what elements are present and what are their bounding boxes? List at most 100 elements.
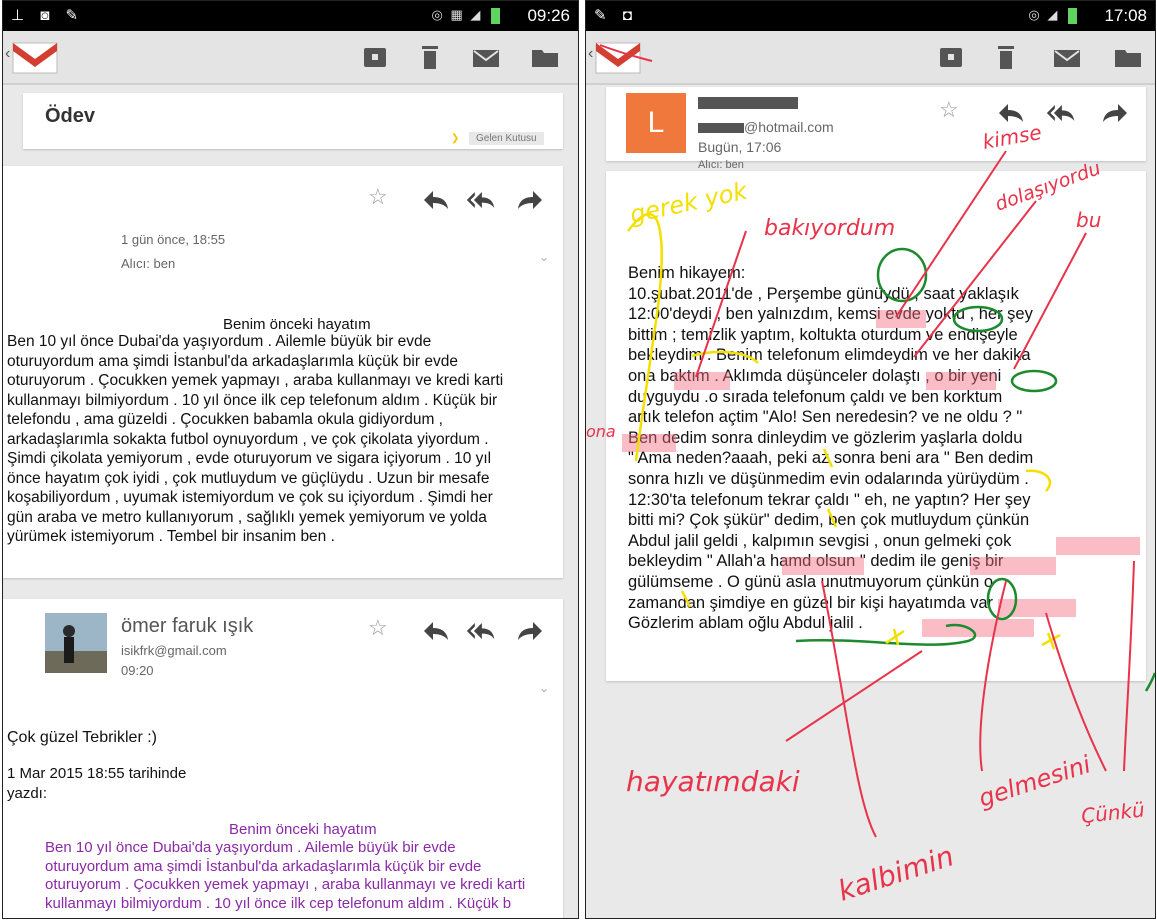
body-line: Ben 10 yıl önce Dubai'da yaşıyordum . Ai… — [7, 333, 432, 350]
message-card-1: ☆ 1 gün önce, 18:55 Alıcı: ben ⌄ Benim ö… — [3, 166, 563, 578]
body-line: duyguydu .o sırada telefonum çaldı ve be… — [628, 387, 1003, 406]
system-icons: ◎ ◢ — [1028, 7, 1077, 24]
back-chevron-icon[interactable]: ‹ — [588, 45, 593, 63]
body-line: Gözlerim ablam oğlu Abdul jalil . — [628, 614, 863, 633]
annotation-hayatimdaki: hayatımdaki — [626, 765, 800, 798]
reply-text: Çok güzel Tebrikler :) — [7, 729, 157, 746]
action-bar: ‹ — [3, 31, 578, 85]
redacted-sender-name — [698, 97, 798, 109]
reply-all-icon[interactable] — [1046, 101, 1076, 125]
gmail-logo-icon[interactable] — [594, 39, 642, 75]
body-line: Abdul jalil geldi , kalpımın sevgisi , o… — [628, 531, 1012, 550]
gmail-logo-icon[interactable] — [11, 39, 59, 75]
body-line: kullanmayı bilmiyordum . 10 yıl önce ilk… — [7, 391, 498, 409]
delete-icon[interactable] — [415, 43, 445, 71]
sender-email: @hotmail.com — [744, 119, 834, 135]
sender-header-card: L @hotmail.com Bugün, 17:06 ☆ — [606, 87, 1146, 161]
status-bar: ⊥ ◙ ✎ ◎ ▦ ◢ 09:26 — [3, 1, 578, 31]
reply-icon[interactable] — [421, 619, 451, 643]
body-line: oturuyordum ama şimdi İstanbul'da arkada… — [7, 352, 458, 370]
message-body: Ben 10 yıl önce Dubai'da yaşıyordum . Ai… — [7, 332, 503, 547]
archive-icon[interactable] — [360, 43, 390, 71]
body-line: ona baktım . Aklımda düşünceler dolaştı … — [628, 366, 1002, 385]
sender-avatar[interactable]: L — [626, 93, 686, 153]
back-chevron-icon[interactable]: ‹ — [5, 45, 10, 63]
expand-chevron-icon[interactable]: ⌄ — [539, 681, 549, 695]
body-line: 12:00'deydi , ben yalnızdım, kemsi evde … — [628, 305, 1033, 324]
body-line: 12:30'ta telefonum tekrar çaldı " eh, ne… — [628, 490, 1031, 509]
message-date: Bugün, 17:06 — [698, 139, 782, 155]
body-line: zamandan şimdiye en güzel bir kişi hayat… — [628, 593, 1003, 612]
right-phone-screenshot: ✎ ◘ ◎ ◢ 17:08 ‹ L @hotmail.com Bugün, 17… — [585, 0, 1156, 919]
message-card-2: ömer faruk ışık isikfrk@gmail.com 09:20 … — [3, 599, 563, 918]
mark-unread-icon[interactable] — [471, 43, 501, 71]
move-to-folder-icon[interactable] — [1113, 43, 1143, 71]
reply-icon[interactable] — [421, 188, 451, 212]
reply-all-icon[interactable] — [466, 188, 496, 212]
battery-icon — [1068, 7, 1077, 24]
action-bar: ‹ — [586, 31, 1155, 85]
body-line: oturuyorum . Çocukken yemek yapmayı , ar… — [7, 372, 504, 389]
forward-icon[interactable] — [515, 619, 545, 643]
body-line: bekleydim . Benim telefonum elimdeydim v… — [628, 346, 1031, 365]
move-to-folder-icon[interactable] — [530, 43, 560, 71]
status-bar: ✎ ◘ ◎ ◢ 17:08 — [586, 1, 1155, 31]
star-icon[interactable]: ☆ — [939, 97, 959, 123]
sender-avatar[interactable] — [45, 613, 107, 673]
body-line: bekleydim " Allah'a hamd olsun " dedim i… — [628, 552, 1004, 571]
body-line: gülümseme . O günü asla unutmuyorum çünk… — [628, 572, 994, 591]
sender-name: ömer faruk ışık — [121, 615, 254, 637]
message-recipient: Alıcı: ben — [698, 159, 744, 171]
star-icon[interactable]: ☆ — [368, 184, 388, 210]
redacted-email-prefix — [698, 123, 744, 133]
star-icon[interactable]: ☆ — [368, 615, 388, 641]
email-subject: Ödev — [45, 105, 96, 127]
subject-card: Ödev ❯ Gelen Kutusu — [23, 93, 563, 149]
notification-icons: ⊥ ◙ ✎ — [11, 7, 85, 24]
quoted-line: oturuyordum ama şimdi İstanbul'da arkada… — [45, 857, 482, 875]
sender-email: isikfrk@gmail.com — [121, 643, 227, 658]
body-line: Şimdi çikolata yemiyorum , evde oturuyor… — [7, 450, 492, 467]
quoted-line: Ben 10 yıl önce Dubai'da yaşıyordum . Ai… — [45, 839, 456, 856]
body-line: bitti mi? Çok şükür" dedim, ben çok mutl… — [628, 511, 1030, 530]
status-time: 09:26 — [527, 6, 570, 25]
delete-icon[interactable] — [991, 43, 1021, 71]
body-line: Benim hikayem: — [628, 264, 746, 282]
expand-chevron-icon[interactable]: ⌄ — [539, 250, 549, 264]
quoted-title: Benim önceki hayatım — [229, 821, 377, 838]
body-line: Ben dedim sonra dinleydim ve gözlerim ya… — [628, 428, 1023, 447]
annotation-gelmesini: gelmesini — [975, 750, 1094, 813]
body-line: arkadaşlarımla sokakta futbol oynuyordum… — [7, 430, 489, 448]
mark-unread-icon[interactable] — [1052, 43, 1082, 71]
message-title: Benim önceki hayatım — [223, 316, 371, 333]
quote-header: 1 Mar 2015 18:55 tarihinde — [7, 765, 187, 782]
body-line: gün araba ve metro kullanıyorum , sağlık… — [7, 508, 487, 526]
message-date: 1 gün önce, 18:55 — [121, 232, 226, 247]
inbox-label[interactable]: Gelen Kutusu — [469, 132, 544, 145]
reply-icon[interactable] — [996, 101, 1026, 125]
forward-icon[interactable] — [1100, 101, 1130, 125]
forward-icon[interactable] — [515, 188, 545, 212]
notification-icons: ✎ ◘ — [594, 7, 638, 24]
battery-icon — [491, 7, 500, 24]
body-line: 10.şubat.2011'de , Perşembe günüydü , sa… — [628, 284, 1019, 303]
body-line: yürümek istemiyorum . Tembel bir insanim… — [7, 528, 335, 545]
quoted-line: oturuyorum . Çocukken yemek yapmayı , ar… — [45, 876, 526, 894]
reply-all-icon[interactable] — [466, 619, 496, 643]
left-phone-screenshot: ⊥ ◙ ✎ ◎ ▦ ◢ 09:26 ‹ Ödev ❯ Gelen Kutusu … — [2, 0, 579, 919]
label-marker-icon: ❯ — [451, 133, 460, 144]
quote-header-suffix: yazdı: — [7, 785, 48, 802]
annotation-kalbimin: kalbimin — [834, 839, 958, 907]
body-line: bittim ; temizlik yaptım, koltukta oturd… — [628, 325, 1018, 344]
archive-icon[interactable] — [936, 43, 966, 71]
body-line: önce hayatım çok iyidi , çok mutluydum v… — [7, 469, 490, 487]
body-line: sonra hızlı ve düşünmedim evin odalarınd… — [628, 469, 1029, 488]
quoted-body: Ben 10 yıl önce Dubai'da yaşıyordum . Ai… — [45, 839, 525, 913]
body-line: artık telefon açtim "Alo! Sen neredesin?… — [628, 408, 1023, 427]
body-line: telefondu , ama güzeldi . Çocukken babam… — [7, 411, 443, 428]
person-photo-icon — [45, 613, 107, 673]
message-body: Benim hikayem: 10.şubat.2011'de , Perşem… — [628, 263, 1033, 634]
system-icons: ◎ ▦ ◢ — [432, 7, 500, 24]
quoted-line: kullanmayı bilmiyordum . 10 yıl önce ilk… — [45, 894, 512, 912]
green-ink-stroke — [1144, 672, 1155, 692]
